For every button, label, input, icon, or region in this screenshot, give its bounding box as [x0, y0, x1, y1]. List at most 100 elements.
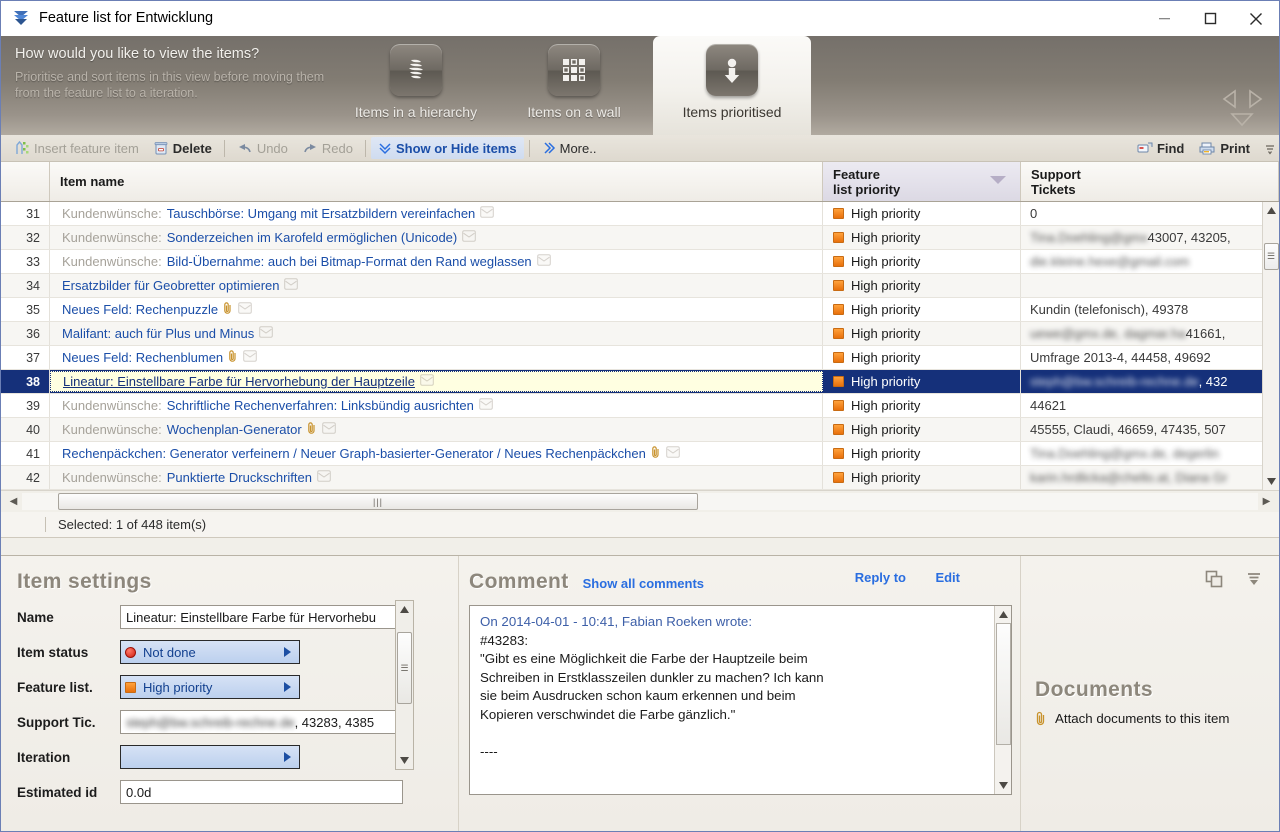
- show-all-comments-link[interactable]: Show all comments: [583, 576, 704, 591]
- cell-feature-list-priority[interactable]: High priority: [823, 274, 1021, 297]
- feature-list-priority-dropdown[interactable]: High priority: [120, 675, 300, 699]
- cell-feature-list-priority[interactable]: High priority: [823, 322, 1021, 345]
- cell-feature-list-priority[interactable]: High priority: [823, 346, 1021, 369]
- toolbar-overflow-icon[interactable]: [1264, 135, 1276, 162]
- cell-feature-list-priority[interactable]: High priority: [823, 370, 1021, 393]
- table-row[interactable]: 35 Neues Feld: Rechenpuzzle High priority K…: [1, 298, 1279, 322]
- edit-comment-link[interactable]: Edit: [935, 570, 960, 585]
- cell-item-name[interactable]: Malifant: auch für Plus und Minus: [50, 322, 823, 345]
- scroll-down-icon[interactable]: [400, 752, 409, 769]
- cell-support-tickets[interactable]: Kundin (telefonisch), 49378: [1021, 298, 1279, 321]
- grid-header-feature-list-priority[interactable]: Feature list priority: [823, 162, 1021, 201]
- scroll-right-icon[interactable]: ▶: [1258, 496, 1275, 507]
- cell-item-name[interactable]: Ersatzbilder für Geobretter optimieren: [50, 274, 823, 297]
- hscroll-thumb[interactable]: |||: [58, 493, 698, 510]
- cell-feature-list-priority[interactable]: High priority: [823, 298, 1021, 321]
- show-or-hide-items-button[interactable]: Show or Hide items: [370, 137, 524, 159]
- comment-textbox[interactable]: On 2014-04-01 - 10:41, Fabian Roeken wro…: [469, 605, 1012, 795]
- attach-documents-action[interactable]: Attach documents to this item: [1035, 711, 1279, 726]
- grid-scroll-thumb[interactable]: ☰: [1263, 243, 1279, 270]
- support-tickets-input[interactable]: steph@bw.schreib-rechne.de , 43283, 4385: [120, 710, 403, 734]
- cell-support-tickets[interactable]: die.kleine.hexe@gmail.com: [1021, 250, 1279, 273]
- close-button[interactable]: [1233, 1, 1279, 36]
- grid-vertical-scrollbar[interactable]: ☰: [1262, 202, 1279, 490]
- grid-header-support-tickets[interactable]: Support Tickets: [1021, 162, 1279, 201]
- comment-scrollbar[interactable]: [994, 606, 1011, 794]
- cell-item-name[interactable]: Kundenwünsche: Tauschbörse: Umgang mit Er…: [50, 202, 823, 225]
- cell-support-tickets[interactable]: 0: [1021, 202, 1279, 225]
- view-tab-items-prioritised[interactable]: Items prioritised: [653, 36, 811, 135]
- cell-item-name[interactable]: Neues Feld: Rechenpuzzle: [50, 298, 823, 321]
- nav-down-icon[interactable]: [1228, 110, 1256, 128]
- more-button[interactable]: More..: [535, 137, 604, 159]
- find-button[interactable]: Find: [1130, 137, 1191, 159]
- cell-feature-list-priority[interactable]: High priority: [823, 394, 1021, 417]
- item-settings-scrollbar[interactable]: ☰: [395, 600, 414, 770]
- nav-left-icon[interactable]: [1221, 88, 1241, 110]
- iteration-dropdown[interactable]: [120, 745, 300, 769]
- cell-feature-list-priority[interactable]: High priority: [823, 250, 1021, 273]
- cell-item-name[interactable]: Kundenwünsche: Bild-Übernahme: auch bei B…: [50, 250, 823, 273]
- table-row[interactable]: 41 Rechenpäckchen: Generator verfeinern /…: [1, 442, 1279, 466]
- cell-feature-list-priority[interactable]: High priority: [823, 466, 1021, 489]
- cell-support-tickets[interactable]: Tina.Doehling@gmx.de, degerlin: [1021, 442, 1279, 465]
- scroll-up-icon[interactable]: [1263, 202, 1280, 219]
- table-row[interactable]: 33 Kundenwünsche: Bild-Übernahme: auch bei…: [1, 250, 1279, 274]
- sort-descending-icon[interactable]: [990, 176, 1006, 184]
- delete-button[interactable]: Delete: [146, 137, 219, 159]
- maximize-button[interactable]: [1187, 1, 1233, 36]
- grid-header-item-name[interactable]: Item name: [50, 162, 823, 201]
- table-row[interactable]: 42 Kundenwünsche: Punktierte Druckschrifte…: [1, 466, 1279, 490]
- cell-item-name[interactable]: Kundenwünsche: Wochenplan-Generator: [50, 418, 823, 441]
- cell-support-tickets[interactable]: uewe@gmx.de, dagmar.ha 41661,: [1021, 322, 1279, 345]
- grid-scroll-track[interactable]: ☰: [1263, 219, 1280, 473]
- table-row[interactable]: 40 Kundenwünsche: Wochenplan-Generator High…: [1, 418, 1279, 442]
- nav-right-icon[interactable]: [1244, 88, 1264, 110]
- item-status-dropdown[interactable]: Not done: [120, 640, 300, 664]
- grid-horizontal-scrollbar[interactable]: ◀ ||| ▶: [1, 490, 1279, 512]
- view-tab-items-on-a-wall[interactable]: Items on a wall: [495, 36, 653, 135]
- cell-feature-list-priority[interactable]: High priority: [823, 442, 1021, 465]
- copy-icon[interactable]: [1205, 570, 1223, 588]
- settings-scroll-thumb[interactable]: ☰: [397, 632, 412, 704]
- cell-feature-list-priority[interactable]: High priority: [823, 226, 1021, 249]
- cell-support-tickets[interactable]: 45555, Claudi, 46659, 47435, 507: [1021, 418, 1279, 441]
- scroll-down-icon[interactable]: [1263, 473, 1280, 490]
- comment-scroll-thumb[interactable]: [996, 623, 1011, 745]
- insert-feature-item-button[interactable]: Insert feature item: [7, 137, 146, 159]
- scroll-down-icon[interactable]: [995, 777, 1012, 794]
- cell-feature-list-priority[interactable]: High priority: [823, 202, 1021, 225]
- cell-item-name[interactable]: Rechenpäckchen: Generator verfeinern / N…: [50, 442, 823, 465]
- cell-support-tickets[interactable]: Umfrage 2013-4, 44458, 49692: [1021, 346, 1279, 369]
- collapse-icon[interactable]: [1245, 570, 1263, 588]
- table-row[interactable]: 31 Kundenwünsche: Tauschbörse: Umgang mit …: [1, 202, 1279, 226]
- table-row[interactable]: 39 Kundenwünsche: Schriftliche Rechenverfa…: [1, 394, 1279, 418]
- redo-button[interactable]: Redo: [295, 137, 360, 159]
- cell-support-tickets[interactable]: karin.hrdlicka@chello.at, Diana Gr: [1021, 466, 1279, 489]
- table-row[interactable]: 36 Malifant: auch für Plus und Minus High …: [1, 322, 1279, 346]
- cell-item-name[interactable]: Kundenwünsche: Punktierte Druckschriften: [50, 466, 823, 489]
- scroll-up-icon[interactable]: [400, 601, 409, 618]
- hscroll-track[interactable]: |||: [22, 493, 1258, 510]
- settings-scroll-track[interactable]: ☰: [396, 618, 413, 752]
- scroll-up-icon[interactable]: [995, 606, 1012, 623]
- cell-support-tickets[interactable]: Tina.Doehling@gmx 43007, 43205,: [1021, 226, 1279, 249]
- cell-item-name[interactable]: Lineatur: Einstellbare Farbe für Hervorh…: [50, 371, 823, 392]
- minimize-button[interactable]: [1141, 1, 1187, 36]
- undo-button[interactable]: Undo: [230, 137, 295, 159]
- name-input[interactable]: Lineatur: Einstellbare Farbe für Hervorh…: [120, 605, 403, 629]
- scroll-left-icon[interactable]: ◀: [5, 496, 22, 507]
- table-row[interactable]: 37 Neues Feld: Rechenblumen High priority U…: [1, 346, 1279, 370]
- cell-item-name[interactable]: Neues Feld: Rechenblumen: [50, 346, 823, 369]
- table-row[interactable]: 34 Ersatzbilder für Geobretter optimieren…: [1, 274, 1279, 298]
- cell-item-name[interactable]: Kundenwünsche: Schriftliche Rechenverfahr…: [50, 394, 823, 417]
- print-button[interactable]: Print: [1191, 137, 1257, 159]
- cell-support-tickets[interactable]: [1021, 274, 1279, 297]
- reply-to-link[interactable]: Reply to: [855, 570, 906, 585]
- cell-support-tickets[interactable]: steph@bw.schreib-rechne.de, 432: [1021, 370, 1279, 393]
- cell-support-tickets[interactable]: 44621: [1021, 394, 1279, 417]
- cell-feature-list-priority[interactable]: High priority: [823, 418, 1021, 441]
- view-tab-items-in-a-hierarchy[interactable]: Items in a hierarchy: [337, 36, 495, 135]
- table-row[interactable]: 32 Kundenwünsche: Sonderzeichen im Karofel…: [1, 226, 1279, 250]
- estimated-id-input[interactable]: 0.0d: [120, 780, 403, 804]
